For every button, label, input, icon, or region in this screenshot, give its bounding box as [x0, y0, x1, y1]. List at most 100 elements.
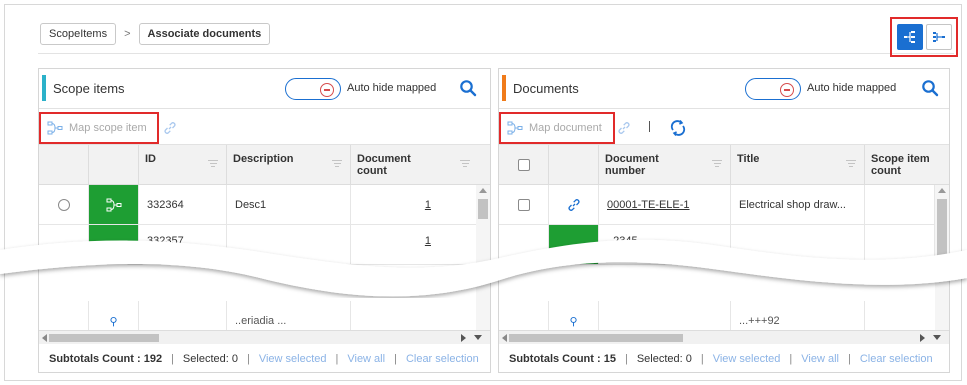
- status-column: [89, 145, 139, 184]
- mapped-icon: [106, 198, 121, 211]
- map-icon: [507, 121, 523, 135]
- footer-separator: |: [171, 353, 174, 365]
- torn-edge-overlay: [0, 239, 967, 297]
- table-row[interactable]: 332364 Desc1 1: [39, 185, 478, 225]
- row-checkbox[interactable]: [517, 198, 530, 211]
- header-divider: [38, 53, 954, 54]
- column-id[interactable]: ID: [139, 145, 227, 184]
- cell-description: Desc1: [227, 185, 351, 224]
- footer-separator: |: [246, 353, 250, 365]
- document-number-link[interactable]: 00001-TE-ELE-1: [607, 199, 690, 211]
- scroll-thumb[interactable]: [49, 334, 159, 342]
- search-icon[interactable]: [921, 79, 939, 97]
- cell-scope-item-count: [865, 185, 935, 224]
- scroll-up-icon[interactable]: [938, 188, 946, 193]
- documents-table-header: Document number Title Scope item count: [499, 145, 949, 185]
- toolbar-separator: [649, 121, 650, 132]
- auto-hide-label: Auto hide mapped: [807, 82, 897, 94]
- view-selected-link[interactable]: View selected: [713, 353, 781, 365]
- cell-id: 332364: [139, 185, 227, 224]
- scope-items-footer: Subtotals Count : 192 | Selected: 0 | Vi…: [39, 345, 490, 372]
- subtotals-count: Subtotals Count : 192: [49, 353, 163, 365]
- documents-toolbar: Map document: [499, 109, 949, 145]
- mapped-status: [89, 185, 139, 224]
- document-count-link[interactable]: 1: [425, 199, 431, 211]
- cell-document-count: 1: [351, 185, 478, 224]
- auto-hide-label: Auto hide mapped: [347, 82, 437, 94]
- selected-count: Selected: 0: [636, 353, 692, 365]
- breadcrumb-scopeitems[interactable]: ScopeItems: [40, 23, 117, 45]
- map-scope-item-button[interactable]: Map scope item: [39, 112, 159, 144]
- scope-items-toolbar: Map scope item: [39, 109, 490, 145]
- link-icon[interactable]: [163, 121, 177, 135]
- breadcrumb-separator: >: [124, 28, 131, 40]
- filter-icon[interactable]: [332, 160, 342, 169]
- scroll-left-icon[interactable]: [42, 334, 47, 342]
- auto-hide-toggle[interactable]: [285, 78, 341, 100]
- documents-title: Documents: [513, 81, 579, 96]
- cell-document-number: 00001-TE-ELE-1: [599, 185, 731, 224]
- documents-panel: Documents Auto hide mapped Map document: [498, 68, 950, 373]
- scope-items-title: Scope items: [53, 81, 125, 96]
- horizontal-scrollbar[interactable]: [39, 330, 490, 344]
- link-icon[interactable]: [617, 121, 631, 135]
- scope-items-accent: [42, 75, 46, 101]
- documents-footer: Subtotals Count : 15 | Selected: 0 | Vie…: [499, 345, 949, 372]
- row-radio[interactable]: [57, 198, 70, 211]
- map-document-label: Map document: [529, 122, 602, 134]
- link-icon[interactable]: ⚲: [109, 315, 117, 328]
- column-description[interactable]: Description: [227, 145, 351, 184]
- tree-view-button[interactable]: [896, 24, 923, 50]
- subtotals-count: Subtotals Count : 15: [509, 353, 616, 365]
- scroll-down-icon[interactable]: [474, 335, 482, 340]
- scroll-thumb[interactable]: [509, 334, 683, 342]
- link-icon[interactable]: ⚲: [569, 315, 577, 328]
- select-all-checkbox[interactable]: [517, 158, 530, 171]
- scope-items-table-header: ID Description Document count: [39, 145, 490, 185]
- filter-icon[interactable]: [846, 160, 856, 169]
- scroll-right-icon[interactable]: [461, 334, 466, 342]
- link-icon[interactable]: [567, 198, 581, 212]
- clear-selection-link[interactable]: Clear selection: [406, 353, 479, 365]
- horizontal-scrollbar[interactable]: [499, 330, 949, 344]
- filter-icon[interactable]: [460, 160, 470, 169]
- selected-count: Selected: 0: [182, 353, 238, 365]
- column-scope-item-count[interactable]: Scope item count: [865, 145, 935, 184]
- map-icon: [47, 121, 63, 135]
- split-view-button[interactable]: [925, 24, 952, 50]
- scroll-up-icon[interactable]: [479, 188, 487, 193]
- view-selected-link[interactable]: View selected: [259, 353, 327, 365]
- clear-selection-link[interactable]: Clear selection: [860, 353, 933, 365]
- footer-separator: |: [394, 353, 397, 365]
- map-scope-item-label: Map scope item: [69, 122, 147, 134]
- column-title[interactable]: Title: [731, 145, 865, 184]
- toggle-knob-icon: [780, 83, 794, 97]
- view-toggle-group: [890, 17, 958, 57]
- filter-icon[interactable]: [208, 160, 218, 169]
- table-row[interactable]: 00001-TE-ELE-1 Electrical shop draw...: [499, 185, 935, 225]
- scope-items-panel: Scope items Auto hide mapped Map scope i…: [38, 68, 491, 373]
- auto-hide-toggle[interactable]: [745, 78, 801, 100]
- scroll-thumb[interactable]: [478, 199, 488, 219]
- filter-icon[interactable]: [712, 160, 722, 169]
- select-column: [39, 145, 89, 184]
- refresh-icon[interactable]: [669, 119, 687, 137]
- column-document-number[interactable]: Document number: [599, 145, 731, 184]
- documents-accent: [502, 75, 506, 101]
- toggle-knob-icon: [320, 83, 334, 97]
- cell-title: Electrical shop draw...: [731, 185, 865, 224]
- column-document-count[interactable]: Document count: [351, 145, 478, 184]
- row-select[interactable]: [499, 185, 549, 224]
- scroll-left-icon[interactable]: [502, 334, 507, 342]
- view-all-link[interactable]: View all: [347, 353, 385, 365]
- search-icon[interactable]: [459, 79, 477, 97]
- footer-separator: |: [624, 353, 628, 365]
- breadcrumb-associate-documents[interactable]: Associate documents: [138, 23, 271, 45]
- footer-separator: |: [847, 353, 851, 365]
- scroll-right-icon[interactable]: [920, 334, 925, 342]
- map-document-button[interactable]: Map document: [499, 112, 615, 144]
- view-all-link[interactable]: View all: [801, 353, 839, 365]
- scroll-down-icon[interactable]: [933, 335, 941, 340]
- scope-items-header: Scope items Auto hide mapped: [39, 69, 490, 109]
- row-select[interactable]: [39, 185, 89, 224]
